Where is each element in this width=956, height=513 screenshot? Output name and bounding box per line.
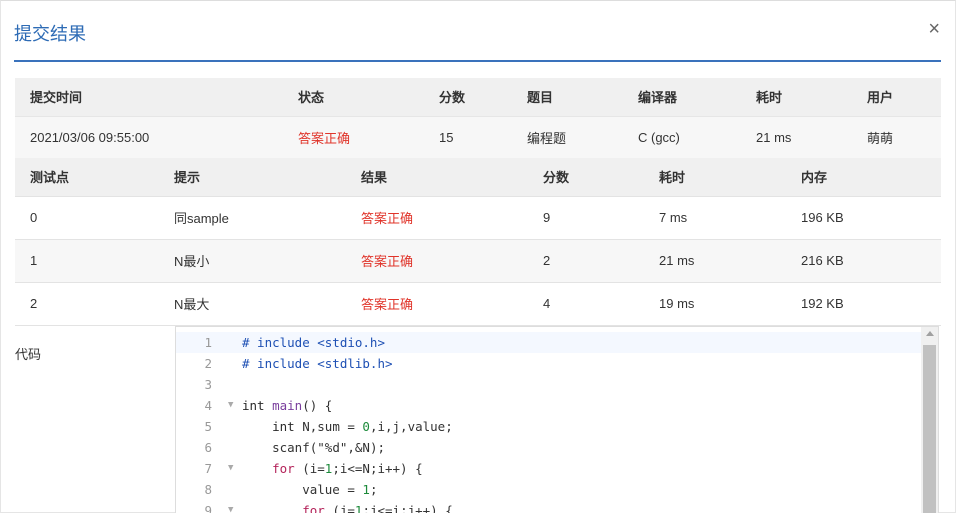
col-case-time: 耗时 xyxy=(659,170,686,186)
line-number: 5 xyxy=(204,419,212,434)
code-line: 1 # include <stdio.h> xyxy=(176,332,922,353)
vertical-scrollbar[interactable] xyxy=(921,327,938,513)
code-text: value = 1; xyxy=(242,482,378,497)
code-line: 3 xyxy=(176,374,922,395)
code-text: scanf("%d",&N); xyxy=(242,440,386,455)
user-name: 萌萌 xyxy=(867,130,894,146)
case-time: 7 ms xyxy=(659,210,688,225)
col-submit-time: 提交时间 xyxy=(30,90,83,106)
test-case-table: 测试点 提示 结果 分数 耗时 内存 0 同sample 答案正确 9 7 ms… xyxy=(15,158,941,326)
line-number: 1 xyxy=(204,335,212,350)
fold-toggle-icon[interactable]: ▼ xyxy=(228,458,233,479)
case-id: 1 xyxy=(30,253,38,268)
case-result: 答案正确 xyxy=(361,211,414,226)
submit-time: 2021/03/06 09:55:00 xyxy=(30,129,150,145)
case-hint: N最小 xyxy=(174,254,210,269)
case-hint: N最大 xyxy=(174,297,210,312)
problem-type: 编程题 xyxy=(527,130,567,146)
case-memory: 216 KB xyxy=(801,253,844,268)
code-text: # include <stdlib.h> xyxy=(242,356,393,371)
code-text: int N,sum = 0,i,j,value; xyxy=(272,419,453,434)
line-number: 4 xyxy=(204,398,212,413)
case-memory: 196 KB xyxy=(801,210,844,225)
code-line: 4 ▼ int main() { xyxy=(176,395,922,416)
col-case-id: 测试点 xyxy=(30,170,70,186)
case-score: 2 xyxy=(543,253,551,268)
fold-toggle-icon[interactable]: ▼ xyxy=(228,500,233,513)
code-line: 5 int N,sum = 0,i,j,value; xyxy=(176,416,922,437)
col-compiler: 编译器 xyxy=(638,90,678,106)
col-time: 耗时 xyxy=(756,90,783,106)
code-lines: 1 # include <stdio.h> 2 # include <stdlib.h… xyxy=(176,332,922,513)
summary-row: 2021/03/06 09:55:00 答案正确 15 编程题 C (gcc) … xyxy=(15,116,941,158)
code-text: # include <stdio.h> xyxy=(242,335,385,350)
code-line: 2 # include <stdlib.h> xyxy=(176,353,922,374)
line-number: 3 xyxy=(204,377,212,392)
code-line: 9 ▼ for (j=1;j<=i;j++) { xyxy=(176,500,922,513)
header-divider xyxy=(14,60,941,62)
compiler: C (gcc) xyxy=(638,129,680,145)
col-case-score: 分数 xyxy=(543,170,570,186)
cases-header-row: 测试点 提示 结果 分数 耗时 内存 xyxy=(15,158,941,196)
code-editor[interactable]: 1 # include <stdio.h> 2 # include <stdlib.h… xyxy=(175,326,939,513)
code-line: 6 scanf("%d",&N); xyxy=(176,437,922,458)
dialog-header: 提交结果 × xyxy=(1,1,956,62)
scroll-thumb[interactable] xyxy=(923,345,936,513)
line-number: 9 xyxy=(204,503,212,513)
case-memory: 192 KB xyxy=(801,296,844,311)
code-text: int main() { xyxy=(242,398,333,413)
run-time: 21 ms xyxy=(756,129,792,145)
status-accepted: 答案正确 xyxy=(298,130,351,146)
col-score: 分数 xyxy=(439,90,466,106)
submission-result-dialog: 提交结果 × 提交时间 状态 分数 题目 编译器 耗时 用户 2021/03/0… xyxy=(0,0,956,513)
table-row: 2 N最大 答案正确 4 19 ms 192 KB xyxy=(15,282,941,325)
summary-header-row: 提交时间 状态 分数 题目 编译器 耗时 用户 xyxy=(15,78,941,116)
scroll-up-arrow-icon[interactable] xyxy=(926,331,934,336)
case-result: 答案正确 xyxy=(361,297,414,312)
col-memory: 内存 xyxy=(801,170,828,186)
case-result: 答案正确 xyxy=(361,254,414,269)
code-label: 代码 xyxy=(15,347,42,362)
code-line: 7 ▼ for (i=1;i<=N;i++) { xyxy=(176,458,922,479)
table-row: 0 同sample 答案正确 9 7 ms 196 KB xyxy=(15,196,941,239)
fold-toggle-icon[interactable]: ▼ xyxy=(228,395,233,416)
case-score: 4 xyxy=(543,296,551,311)
case-time: 21 ms xyxy=(659,253,695,268)
line-number: 2 xyxy=(204,356,212,371)
close-button[interactable]: × xyxy=(928,17,940,41)
score: 15 xyxy=(439,129,454,145)
code-line: 8 value = 1; xyxy=(176,479,922,500)
case-hint: 同sample xyxy=(174,211,229,226)
dialog-title: 提交结果 xyxy=(14,24,86,44)
case-score: 9 xyxy=(543,210,551,225)
col-result: 结果 xyxy=(361,170,388,186)
code-text: for (j=1;j<=i;j++) { xyxy=(302,503,453,513)
col-problem: 题目 xyxy=(527,90,554,106)
submission-summary-table: 提交时间 状态 分数 题目 编译器 耗时 用户 2021/03/06 09:55… xyxy=(15,78,941,158)
col-hint: 提示 xyxy=(174,170,201,186)
code-text: for (i=1;i<=N;i++) { xyxy=(272,461,423,476)
line-number: 6 xyxy=(204,440,212,455)
col-status: 状态 xyxy=(298,90,325,106)
line-number: 8 xyxy=(204,482,212,497)
case-time: 19 ms xyxy=(659,296,695,311)
line-number: 7 xyxy=(204,461,212,476)
table-row: 1 N最小 答案正确 2 21 ms 216 KB xyxy=(15,239,941,282)
col-user: 用户 xyxy=(867,90,894,106)
case-id: 0 xyxy=(30,210,38,225)
case-id: 2 xyxy=(30,296,38,311)
